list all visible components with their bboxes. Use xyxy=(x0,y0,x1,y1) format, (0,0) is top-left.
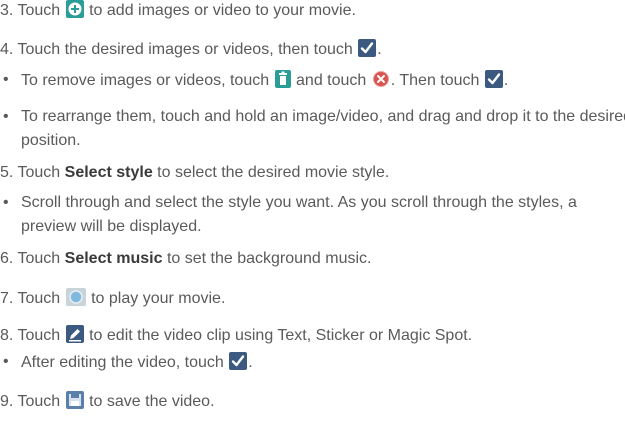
step-text: Touch xyxy=(17,250,61,267)
bullet-glyph: • xyxy=(3,71,9,88)
bullet-scroll-styles: • Scroll through and select the style yo… xyxy=(0,191,625,235)
bullet-text: After editing the video, touch xyxy=(21,354,224,371)
step-8: 8. Touch to edit the video clip using Te… xyxy=(0,325,472,345)
step-text: Touch xyxy=(17,290,61,307)
step-number: 7. xyxy=(0,290,14,307)
edit-pencil-icon xyxy=(65,325,84,343)
step-text: Touch the desired images or videos, then… xyxy=(17,41,353,58)
step-number: 3. xyxy=(0,2,14,19)
step-text: to save the video. xyxy=(89,393,215,410)
bullet-text: Scroll through and select the style you … xyxy=(21,194,577,235)
step-5: 5. Touch Select style to select the desi… xyxy=(0,163,389,183)
step-text: . xyxy=(377,41,382,58)
bullet-glyph: • xyxy=(3,108,9,125)
bullet-text: and touch xyxy=(296,72,367,89)
bullet-text: To remove images or videos, touch xyxy=(21,72,270,89)
checkmark-icon xyxy=(484,70,503,88)
instructions-page: 3. Touch to add images or video to your … xyxy=(0,0,625,431)
step-number: 9. xyxy=(0,393,14,410)
step-text: to select the desired movie style. xyxy=(157,164,390,181)
step-text: to set the background music. xyxy=(166,250,372,267)
bullet-remove: • To remove images or videos, touch and … xyxy=(0,70,508,90)
bullet-text: . xyxy=(248,354,253,371)
bullet-text: To rearrange them, touch and hold an ima… xyxy=(21,108,625,149)
step-text: Touch xyxy=(17,393,61,410)
menu-label-select-music: Select music xyxy=(64,250,163,267)
play-preview-icon xyxy=(65,288,86,306)
step-text: to play your movie. xyxy=(91,290,226,307)
menu-label-select-style: Select style xyxy=(64,164,153,181)
trash-icon xyxy=(274,70,291,88)
bullet-glyph: • xyxy=(3,353,9,370)
step-7: 7. Touch to play your movie. xyxy=(0,288,225,308)
step-9: 9. Touch to save the video. xyxy=(0,391,215,411)
step-text: Touch xyxy=(17,327,61,344)
save-icon xyxy=(65,391,84,409)
bullet-text: . Then touch xyxy=(390,72,480,89)
step-number: 4. xyxy=(0,41,14,58)
add-circle-icon xyxy=(65,0,84,18)
step-3: 3. Touch to add images or video to your … xyxy=(0,0,356,20)
step-number: 6. xyxy=(0,250,14,267)
checkmark-icon xyxy=(229,352,248,370)
bullet-after-editing: • After editing the video, touch . xyxy=(0,352,253,372)
bullet-rearrange: • To rearrange them, touch and hold an i… xyxy=(0,105,625,149)
checkmark-icon xyxy=(358,39,377,57)
bullet-text: . xyxy=(503,72,509,89)
step-text: Touch xyxy=(17,164,61,181)
step-number: 8. xyxy=(0,327,14,344)
step-4: 4. Touch the desired images or videos, t… xyxy=(0,39,382,59)
step-text: to edit the video clip using Text, Stick… xyxy=(89,327,473,344)
step-number: 5. xyxy=(0,164,14,181)
remove-x-icon xyxy=(372,70,390,88)
step-text: to add images or video to your movie. xyxy=(89,2,356,19)
bullet-glyph: • xyxy=(3,194,9,211)
step-text: Touch xyxy=(17,2,61,19)
step-6: 6. Touch Select music to set the backgro… xyxy=(0,249,372,269)
